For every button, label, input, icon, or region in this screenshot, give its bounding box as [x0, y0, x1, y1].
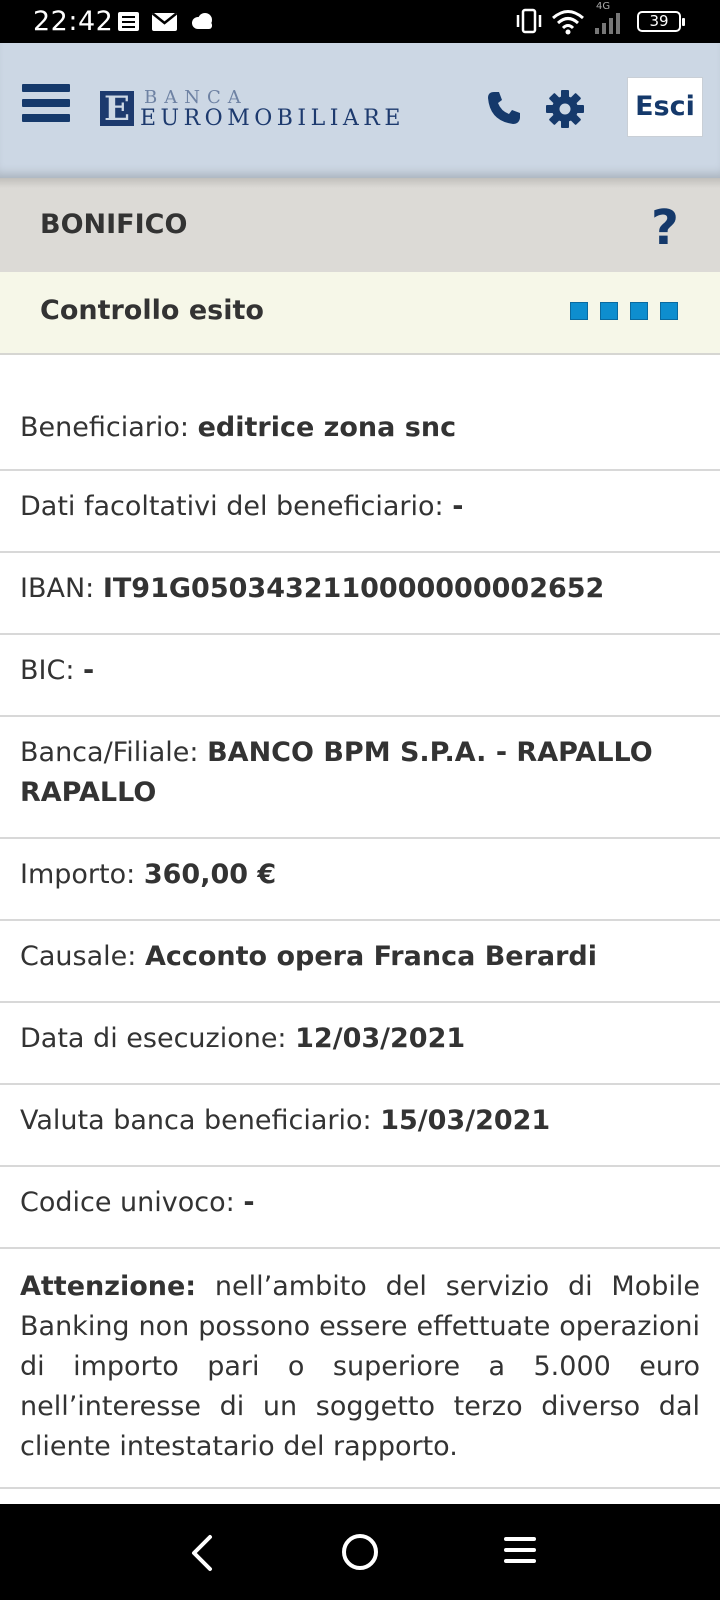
detail-label: Banca/Filiale:: [20, 737, 199, 768]
detail-row-iban: IBAN: IT91G0503432110000000002652: [0, 553, 720, 635]
logo-line2: EUROMOBILIARE: [140, 106, 405, 131]
wifi-icon: [551, 8, 585, 40]
status-time: 22:42: [33, 6, 114, 37]
detail-value: 12/03/2021: [295, 1023, 466, 1054]
detail-row-bic: BIC: -: [0, 635, 720, 717]
detail-row-optional-data: Dati facoltativi del beneficiario: -: [0, 471, 720, 553]
detail-row-execution-date: Data di esecuzione: 12/03/2021: [0, 1003, 720, 1085]
detail-label: Data di esecuzione:: [20, 1023, 287, 1054]
step-title: Controllo esito: [40, 295, 264, 326]
home-icon[interactable]: [342, 1534, 378, 1570]
detail-value: editrice zona snc: [197, 412, 457, 443]
detail-value: Acconto opera Franca Berardi: [144, 941, 598, 972]
logo-mark: E: [100, 91, 134, 127]
warning-notice: Attenzione: nell’ambito del servizio di …: [0, 1237, 720, 1489]
vibrate-icon: [515, 8, 543, 38]
battery-icon: 39: [637, 11, 685, 32]
detail-row-beneficiary: Beneficiario: editrice zona snc: [0, 355, 720, 471]
step-bar: Controllo esito: [0, 272, 720, 355]
step-dot: [600, 302, 618, 320]
exit-button[interactable]: Esci: [627, 77, 703, 137]
detail-value: -: [83, 655, 95, 686]
battery-level: 39: [649, 12, 669, 30]
navigation-bar: [0, 1504, 720, 1600]
detail-row-value-date: Valuta banca beneficiario: 15/03/2021: [0, 1085, 720, 1167]
detail-label: Beneficiario:: [20, 412, 189, 443]
signal-icon: [594, 12, 620, 38]
detail-label: Importo:: [20, 859, 136, 890]
detail-label: IBAN:: [20, 573, 95, 604]
detail-value: -: [452, 491, 464, 522]
mail-icon: [152, 13, 177, 31]
logo-line1: BANCA: [144, 87, 248, 108]
gear-icon[interactable]: [546, 90, 584, 128]
detail-row-bank-branch: Banca/Filiale: BANCO BPM S.P.A. - RAPALL…: [0, 717, 720, 839]
detail-label: Dati facoltativi del beneficiario:: [20, 491, 444, 522]
step-indicator: [570, 302, 682, 322]
step-dot: [570, 302, 588, 320]
step-dot: [630, 302, 648, 320]
detail-value: -: [243, 1187, 255, 1218]
detail-row-reason: Causale: Acconto opera Franca Berardi: [0, 921, 720, 1003]
detail-label: Valuta banca beneficiario:: [20, 1105, 372, 1136]
phone-icon[interactable]: [486, 90, 522, 126]
detail-row-amount: Importo: 360,00 €: [0, 839, 720, 921]
detail-value: 360,00 €: [143, 859, 277, 890]
recent-apps-icon[interactable]: [504, 1537, 536, 1565]
detail-label: BIC:: [20, 655, 75, 686]
notes-icon: [118, 12, 139, 31]
menu-icon[interactable]: [22, 84, 70, 126]
section-title: BONIFICO: [40, 209, 188, 240]
network-label: 4G: [596, 1, 611, 12]
section-header: BONIFICO: [0, 178, 720, 273]
step-dot: [660, 302, 678, 320]
detail-label: Codice univoco:: [20, 1187, 235, 1218]
help-icon[interactable]: ?: [651, 204, 679, 252]
detail-value: IT91G0503432110000000002652: [102, 573, 605, 604]
detail-value: 15/03/2021: [380, 1105, 551, 1136]
status-bar: 22:42 4G 39: [0, 0, 720, 43]
transfer-details: Beneficiario: editrice zona snc Dati fac…: [0, 355, 720, 1249]
notice-title: Attenzione:: [20, 1271, 197, 1302]
cloud-icon: [190, 12, 215, 30]
bank-logo: E BANCA EUROMOBILIARE: [100, 87, 400, 131]
back-icon[interactable]: [188, 1534, 218, 1572]
detail-label: Causale:: [20, 941, 137, 972]
